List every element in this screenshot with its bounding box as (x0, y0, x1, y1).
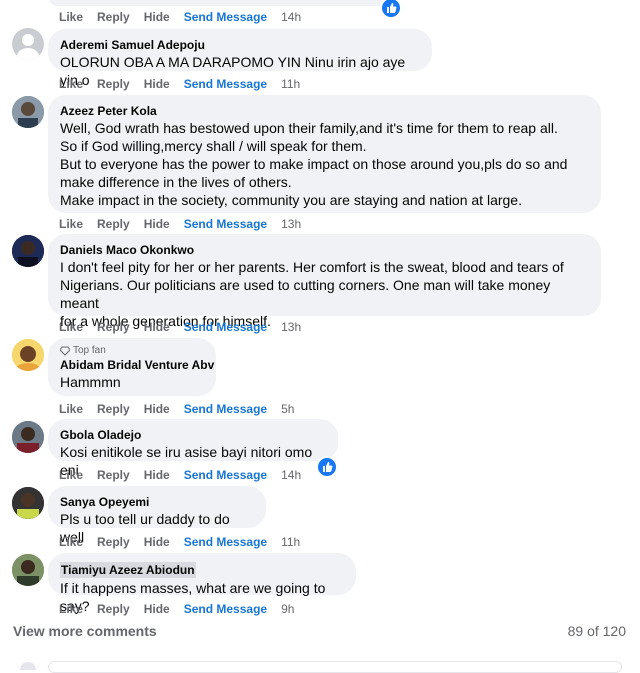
comment-bubble: Gbola Oladejo Kosi enitikole se iru asis… (48, 419, 338, 478)
hide-button[interactable]: Hide (144, 76, 170, 92)
avatar[interactable] (12, 96, 44, 128)
send-message-button[interactable]: Send Message (184, 76, 267, 92)
comment-author[interactable]: Aderemi Samuel Adepoju (60, 37, 420, 53)
comment-text: Hammmn (60, 374, 121, 390)
view-more-comments-link[interactable]: View more comments (13, 623, 157, 639)
comment-text-line: make difference in the lives of others. (60, 174, 292, 190)
avatar-cutoff (20, 662, 36, 670)
comment-timestamp[interactable]: 9h (281, 601, 294, 617)
comment-actions: Like Reply Hide Send Message 11h (59, 76, 314, 92)
comment-actions: Like Reply Hide Send Message 13h (59, 216, 315, 232)
send-message-button[interactable]: Send Message (184, 401, 267, 417)
comment-input-cutoff[interactable] (48, 661, 622, 673)
comment-bubble-cutoff (48, 0, 400, 6)
send-message-button[interactable]: Send Message (184, 467, 267, 483)
send-message-button[interactable]: Send Message (184, 9, 267, 25)
like-button[interactable]: Like (59, 319, 83, 335)
reply-button[interactable]: Reply (97, 319, 130, 335)
profile-photo-icon (12, 554, 44, 586)
comment-actions: Like Reply Hide Send Message 11h (59, 534, 314, 550)
reply-button[interactable]: Reply (97, 76, 130, 92)
avatar[interactable] (12, 339, 44, 371)
comment-timestamp[interactable]: 5h (281, 401, 294, 417)
comment-author[interactable]: Azeez Peter Kola (60, 103, 589, 119)
like-reaction-icon[interactable] (380, 0, 402, 19)
comment-author[interactable]: Sanya Opeyemi (60, 494, 254, 510)
hide-button[interactable]: Hide (144, 534, 170, 550)
comment-timestamp[interactable]: 14h (281, 467, 301, 483)
comment-bubble: Sanya Opeyemi Pls u too tell ur daddy to… (48, 486, 266, 545)
comment-timestamp[interactable]: 11h (281, 76, 300, 92)
comment-bubble: Top fan Abidam Bridal Venture Abv Hammmn (48, 338, 216, 396)
reply-button[interactable]: Reply (97, 534, 130, 550)
send-message-button[interactable]: Send Message (184, 216, 267, 232)
send-message-button[interactable]: Send Message (184, 319, 267, 335)
comment-actions: Like Reply Hide Send Message 13h (59, 319, 315, 335)
comment-text-line: So if God willing,mercy shall / will spe… (60, 138, 367, 154)
like-reaction-icon[interactable] (316, 456, 338, 478)
comment-actions: Like Reply Hide Send Message 14h (59, 9, 315, 25)
comment-count: 89 of 120 (567, 623, 626, 639)
comment-timestamp[interactable]: 13h (281, 216, 301, 232)
reply-button[interactable]: Reply (97, 467, 130, 483)
comment-actions: Like Reply Hide Send Message 5h (59, 401, 308, 417)
send-message-button[interactable]: Send Message (184, 601, 267, 617)
reply-button[interactable]: Reply (97, 401, 130, 417)
hide-button[interactable]: Hide (144, 319, 170, 335)
default-profile-icon (17, 34, 39, 60)
comment-author[interactable]: Gbola Oladejo (60, 427, 326, 443)
comment-bubble: Tiamiyu Azeez Abiodun If it happens mass… (48, 553, 356, 614)
comment-author[interactable]: Daniels Maco Okonkwo (60, 242, 589, 258)
like-button[interactable]: Like (59, 9, 83, 25)
top-fan-badge: Top fan (60, 344, 204, 357)
profile-photo-icon (12, 421, 44, 453)
like-button[interactable]: Like (59, 76, 83, 92)
hide-button[interactable]: Hide (144, 601, 170, 617)
comment-bubble: Azeez Peter Kola Well, God wrath has bes… (48, 95, 601, 213)
profile-photo-icon (12, 235, 44, 267)
reply-button[interactable]: Reply (97, 601, 130, 617)
avatar[interactable] (12, 235, 44, 267)
comment-actions: Like Reply Hide Send Message 9h (59, 601, 308, 617)
profile-photo-icon (12, 96, 44, 128)
send-message-button[interactable]: Send Message (184, 534, 267, 550)
comment-bubble: Aderemi Samuel Adepoju OLORUN OBA A MA D… (48, 29, 432, 88)
top-fan-label: Top fan (73, 345, 106, 356)
diamond-icon (60, 346, 70, 356)
hide-button[interactable]: Hide (144, 9, 170, 25)
comment-timestamp[interactable]: 13h (281, 319, 301, 335)
comment-text-line: But to everyone has the power to make im… (60, 156, 568, 172)
comment-text-line: I don't feel pity for her or her parents… (60, 259, 564, 275)
hide-button[interactable]: Hide (144, 467, 170, 483)
comment-text-line: Well, God wrath has bestowed upon their … (60, 120, 558, 136)
comment-author[interactable]: Abidam Bridal Venture Abv (60, 357, 214, 373)
hide-button[interactable]: Hide (144, 401, 170, 417)
comment-actions: Like Reply Hide Send Message 14h (59, 467, 315, 483)
comment-text-line: Make impact in the society, community yo… (60, 192, 522, 208)
like-button[interactable]: Like (59, 467, 83, 483)
like-button[interactable]: Like (59, 216, 83, 232)
reply-button[interactable]: Reply (97, 216, 130, 232)
like-button[interactable]: Like (59, 601, 83, 617)
like-button[interactable]: Like (59, 401, 83, 417)
avatar[interactable] (12, 421, 44, 453)
profile-photo-icon (12, 487, 44, 519)
hide-button[interactable]: Hide (144, 216, 170, 232)
comment-timestamp[interactable]: 11h (281, 534, 300, 550)
comment-timestamp[interactable]: 14h (281, 9, 301, 25)
comment-bubble: Daniels Maco Okonkwo I don't feel pity f… (48, 234, 601, 329)
avatar[interactable] (12, 487, 44, 519)
like-button[interactable]: Like (59, 534, 83, 550)
comment-author[interactable]: Tiamiyu Azeez Abiodun (60, 562, 196, 578)
avatar[interactable] (12, 554, 44, 586)
avatar[interactable] (12, 28, 44, 60)
reply-button[interactable]: Reply (97, 9, 130, 25)
comment-text-line: Nigerians. Our politicians are used to c… (60, 277, 551, 311)
profile-photo-icon (12, 339, 44, 371)
